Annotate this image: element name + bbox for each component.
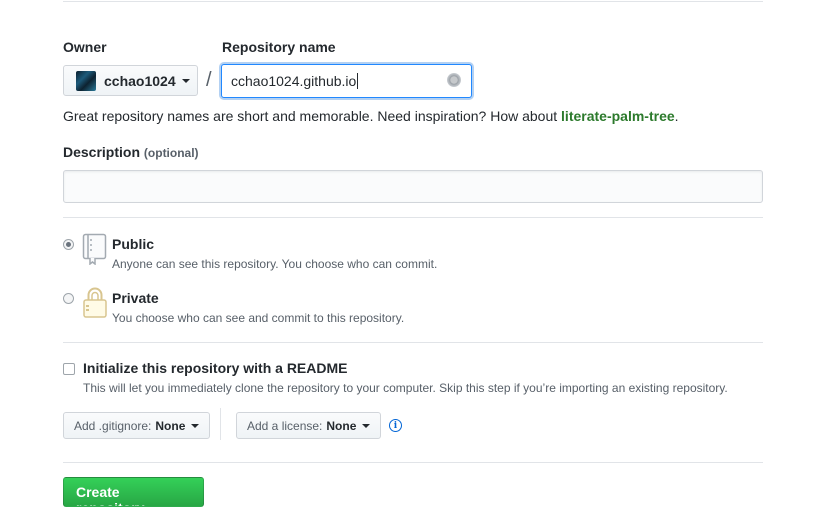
divider [63, 342, 763, 343]
avatar [76, 70, 96, 91]
divider [63, 217, 763, 218]
divider [63, 462, 763, 463]
top-divider [63, 1, 763, 2]
owner-select-button[interactable]: cchao1024 [63, 65, 198, 96]
license-dropdown[interactable]: Add a license: None [236, 412, 382, 439]
private-title: Private [112, 290, 159, 306]
lock-icon [83, 287, 107, 318]
gitignore-value: None [155, 418, 186, 433]
description-label: Description [63, 144, 141, 160]
readme-checkbox[interactable] [63, 363, 75, 375]
chevron-down-icon [181, 78, 190, 83]
loading-spinner-icon [447, 73, 461, 87]
private-radio[interactable] [63, 293, 74, 304]
hint-text: Great repository names are short and mem… [63, 108, 562, 124]
chevron-down-icon [362, 423, 371, 428]
license-value: None [326, 418, 357, 433]
create-repository-button[interactable]: Create repository [63, 477, 204, 507]
repository-name-input[interactable]: cchao1024.github.io [221, 64, 472, 98]
dropdown-separator [220, 408, 221, 440]
description-input[interactable] [63, 170, 763, 203]
description-optional: (optional) [143, 146, 199, 160]
radio-selected-dot [66, 242, 71, 247]
repo-book-icon [82, 233, 107, 265]
owner-label: Owner [63, 39, 107, 55]
public-radio[interactable] [63, 239, 74, 250]
repository-name-hint: Great repository names are short and mem… [63, 108, 679, 124]
repository-name-value: cchao1024.github.io [231, 73, 357, 89]
repository-name-label: Repository name [222, 39, 336, 55]
license-label: Add a license: [247, 418, 323, 433]
owner-name: cchao1024 [104, 72, 176, 89]
owner-repo-separator: / [206, 69, 212, 91]
public-title: Public [112, 236, 155, 252]
name-suggestion-link[interactable]: literate-palm-tree [561, 108, 675, 124]
private-note: You choose who can see and commit to thi… [112, 311, 405, 325]
hint-end: . [674, 108, 679, 124]
text-cursor [357, 73, 359, 89]
gitignore-label: Add .gitignore: [74, 418, 152, 433]
readme-title: Initialize this repository with a README [83, 360, 348, 376]
chevron-down-icon [191, 423, 200, 428]
public-note: Anyone can see this repository. You choo… [112, 257, 438, 271]
gitignore-dropdown[interactable]: Add .gitignore: None [63, 412, 211, 439]
info-icon[interactable]: i [389, 419, 402, 432]
readme-note: This will let you immediately clone the … [83, 381, 728, 395]
description-label-row: Description (optional) [63, 144, 199, 160]
